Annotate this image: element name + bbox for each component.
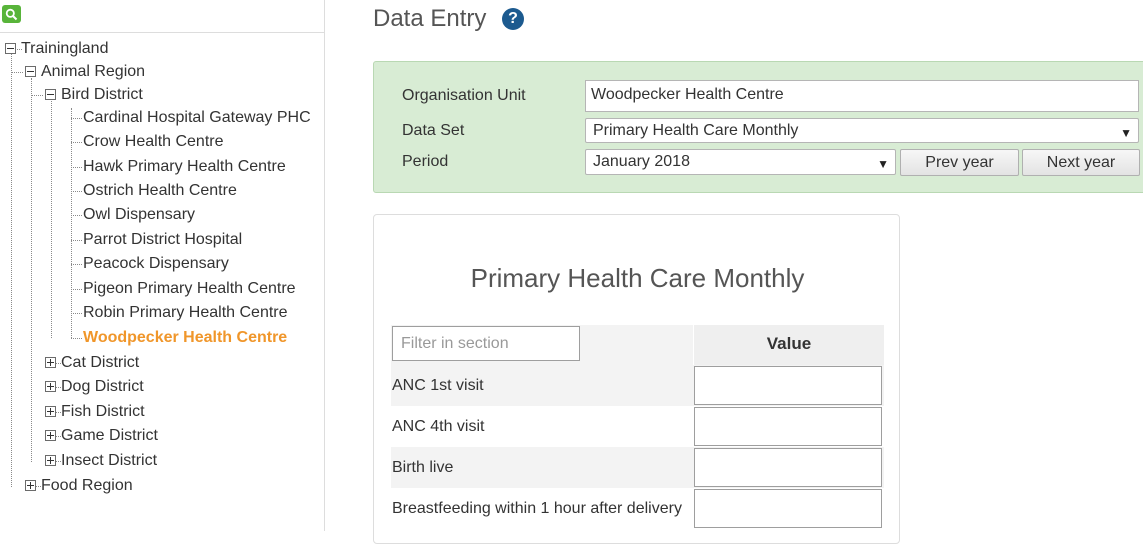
table-row: ANC 4th visit <box>391 406 884 447</box>
tree-node-facility[interactable]: Owl Dispensary <box>83 205 195 225</box>
form-title: Primary Health Care Monthly <box>470 263 805 293</box>
data-element-label: Breastfeeding within 1 hour after delive… <box>392 500 682 517</box>
value-input[interactable] <box>694 366 882 405</box>
data-element-label: ANC 4th visit <box>392 418 485 435</box>
data-set-label: Data Set <box>402 122 465 139</box>
collapse-trainingland-icon[interactable] <box>5 43 16 54</box>
expand-cat-district-icon[interactable] <box>45 357 56 368</box>
tree-node-trainingland[interactable]: Trainingland <box>21 39 108 59</box>
value-column-header: Value <box>693 325 884 365</box>
data-entry-form: Primary Health Care Monthly Filter in se… <box>373 214 900 544</box>
org-unit-tree-panel: Trainingland Animal Region Bird District… <box>0 0 325 531</box>
expand-food-region-icon[interactable] <box>25 480 36 491</box>
tree-line <box>31 78 32 462</box>
data-set-select[interactable]: Primary Health Care Monthly ▼ <box>585 118 1139 143</box>
tree-node-facility[interactable]: Peacock Dispensary <box>83 254 229 274</box>
tree-node-district[interactable]: Insect District <box>61 451 157 471</box>
data-set-selected-value: Primary Health Care Monthly <box>593 122 799 139</box>
value-input[interactable] <box>694 407 882 446</box>
page-title: Data Entry <box>373 5 487 32</box>
table-row: Birth live <box>391 447 884 488</box>
help-icon[interactable]: ? <box>502 8 524 30</box>
expand-game-district-icon[interactable] <box>45 430 56 441</box>
tree-node-facility[interactable]: Pigeon Primary Health Centre <box>83 279 296 299</box>
expand-insect-district-icon[interactable] <box>45 455 56 466</box>
tree-node-district[interactable]: Fish District <box>61 402 145 422</box>
tree-node-facility[interactable]: Parrot District Hospital <box>83 230 242 250</box>
collapse-bird-district-icon[interactable] <box>45 89 56 100</box>
value-input[interactable] <box>694 448 882 487</box>
filter-header-cell: Filter in section <box>391 325 693 365</box>
tree-node-food-region[interactable]: Food Region <box>41 476 133 496</box>
data-element-label: ANC 1st visit <box>392 377 484 394</box>
tree-node-selected-facility[interactable]: Woodpecker Health Centre <box>83 328 287 348</box>
tree-line <box>51 101 52 338</box>
tree-node-facility[interactable]: Hawk Primary Health Centre <box>83 157 286 177</box>
search-button[interactable] <box>2 5 21 23</box>
tree-node-animal-region[interactable]: Animal Region <box>41 62 145 82</box>
tree-node-facility[interactable]: Cardinal Hospital Gateway PHC <box>83 108 311 128</box>
org-unit-field[interactable]: Woodpecker Health Centre <box>585 80 1139 112</box>
collapse-animal-region-icon[interactable] <box>25 66 36 77</box>
tree-line <box>11 53 12 487</box>
table-row: ANC 1st visit <box>391 365 884 406</box>
tree-node-bird-district[interactable]: Bird District <box>61 85 143 105</box>
tree-node-facility[interactable]: Ostrich Health Centre <box>83 181 237 201</box>
next-year-button[interactable]: Next year <box>1022 149 1140 176</box>
expand-dog-district-icon[interactable] <box>45 381 56 392</box>
table-row: Breastfeeding within 1 hour after delive… <box>391 488 884 529</box>
tree-node-facility[interactable]: Crow Health Centre <box>83 132 224 152</box>
tree-node-facility[interactable]: Robin Primary Health Centre <box>83 303 288 323</box>
data-element-label: Birth live <box>392 459 454 476</box>
dropdown-arrow-icon: ▼ <box>1120 126 1132 140</box>
org-unit-label: Organisation Unit <box>402 87 526 104</box>
tree-node-district[interactable]: Dog District <box>61 377 144 397</box>
prev-year-button[interactable]: Prev year <box>900 149 1019 176</box>
tree-node-district[interactable]: Cat District <box>61 353 139 373</box>
search-icon <box>5 8 18 21</box>
period-label: Period <box>402 153 449 170</box>
tree-node-district[interactable]: Game District <box>61 426 158 446</box>
value-input[interactable] <box>694 489 882 528</box>
period-select[interactable]: January 2018 ▼ <box>585 149 896 175</box>
dropdown-arrow-icon: ▼ <box>877 157 889 171</box>
period-selected-value: January 2018 <box>593 153 690 170</box>
filter-in-section-input[interactable]: Filter in section <box>392 326 580 361</box>
tree-toolbar <box>0 0 324 33</box>
expand-fish-district-icon[interactable] <box>45 406 56 417</box>
selection-panel: Organisation Unit Woodpecker Health Cent… <box>373 61 1143 193</box>
